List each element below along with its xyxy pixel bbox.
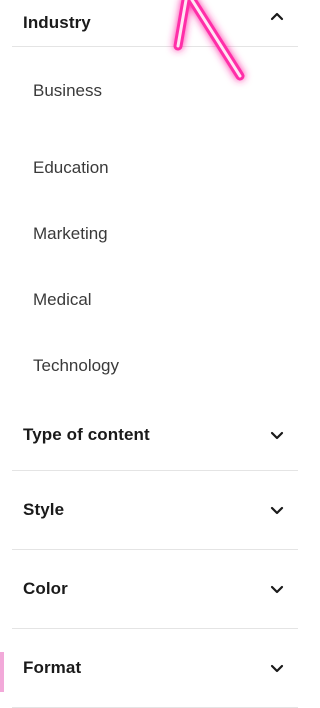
chevron-down-icon — [270, 431, 284, 439]
color-section-header[interactable]: Color — [12, 550, 298, 629]
industry-title: Industry — [23, 13, 91, 32]
chevron-down-icon — [270, 506, 284, 515]
style-title: Style — [23, 500, 65, 519]
industry-option-education[interactable]: Education — [12, 135, 298, 201]
chevron-up-icon — [270, 12, 284, 21]
filter-panel: Industry Business Education Marketing Me… — [12, 0, 298, 708]
format-section-header[interactable]: Format — [12, 629, 298, 708]
chevron-down-icon — [270, 664, 284, 673]
style-section-header[interactable]: Style — [12, 471, 298, 550]
decorative-left-accent — [0, 652, 4, 692]
type-of-content-title: Type of content — [23, 424, 150, 444]
industry-option-marketing[interactable]: Marketing — [12, 201, 298, 267]
industry-option-business[interactable]: Business — [12, 47, 298, 135]
chevron-down-icon — [270, 585, 284, 594]
type-of-content-section-header[interactable]: Type of content — [12, 399, 298, 471]
format-title: Format — [23, 658, 82, 677]
industry-options-list: Business Education Marketing Medical Tec… — [12, 47, 298, 399]
industry-section-header[interactable]: Industry — [12, 0, 298, 47]
color-title: Color — [23, 579, 68, 598]
industry-option-technology[interactable]: Technology — [12, 333, 298, 399]
industry-option-medical[interactable]: Medical — [12, 267, 298, 333]
